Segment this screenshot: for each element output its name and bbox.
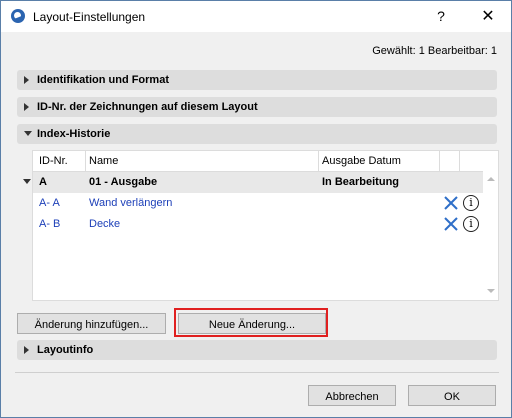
selection-status: Gewählt: 1 Bearbeitbar: 1 [372,45,497,57]
app-logo-icon [11,9,25,23]
group-date: In Bearbeitung [322,176,400,188]
column-header-id[interactable]: ID-Nr. [39,155,68,167]
chevron-down-icon[interactable] [23,179,31,184]
chevron-right-icon [24,103,29,111]
column-header-date[interactable]: Ausgabe Datum [322,155,401,167]
divider [15,372,499,373]
info-icon[interactable]: i [463,195,479,211]
table-row-group[interactable]: A 01 - Ausgabe In Bearbeitung [23,172,483,193]
row-name: Decke [89,218,121,230]
section-label: ID-Nr. der Zeichnungen auf diesem Layout [37,101,258,113]
cancel-button[interactable]: Abbrechen [308,385,396,406]
group-id: A [39,176,47,188]
delete-x-icon[interactable] [443,195,459,211]
section-index-history[interactable]: Index-Historie [17,124,497,144]
section-identification[interactable]: Identifikation und Format [17,70,497,90]
group-name: 01 - Ausgabe [89,176,158,188]
add-change-button[interactable]: Änderung hinzufügen... [17,313,166,334]
table-header: ID-Nr. Name Ausgabe Datum [33,151,483,172]
title-bar: Layout-Einstellungen ? ✕ [1,1,511,32]
scroll-up-icon[interactable] [487,177,495,181]
section-label: Index-Historie [37,128,111,140]
section-label: Identifikation und Format [37,74,169,86]
info-icon[interactable]: i [463,216,479,232]
dialog-window: Layout-Einstellungen ? ✕ Gewählt: 1 Bear… [0,0,512,418]
chevron-right-icon [24,346,29,354]
vertical-scrollbar[interactable] [483,151,498,300]
window-title: Layout-Einstellungen [33,10,146,24]
table-row[interactable]: A- B Decke i [33,214,483,235]
table-row[interactable]: A- A Wand verlängern i [33,193,483,214]
column-header-name[interactable]: Name [89,155,118,167]
section-layoutinfo[interactable]: Layoutinfo [17,340,497,360]
row-id: A- B [39,218,61,230]
index-history-table: ID-Nr. Name Ausgabe Datum A 01 - Ausgabe… [23,150,499,301]
highlight-box [174,308,328,337]
help-button[interactable]: ? [433,8,449,24]
scroll-down-icon[interactable] [487,289,495,293]
chevron-right-icon [24,76,29,84]
section-label: Layoutinfo [37,344,94,356]
delete-x-icon[interactable] [443,216,459,232]
row-name: Wand verlängern [89,197,173,209]
section-drawing-ids[interactable]: ID-Nr. der Zeichnungen auf diesem Layout [17,97,497,117]
ok-button[interactable]: OK [408,385,496,406]
close-button[interactable]: ✕ [479,6,497,26]
row-id: A- A [39,197,60,209]
chevron-down-icon [24,131,32,136]
